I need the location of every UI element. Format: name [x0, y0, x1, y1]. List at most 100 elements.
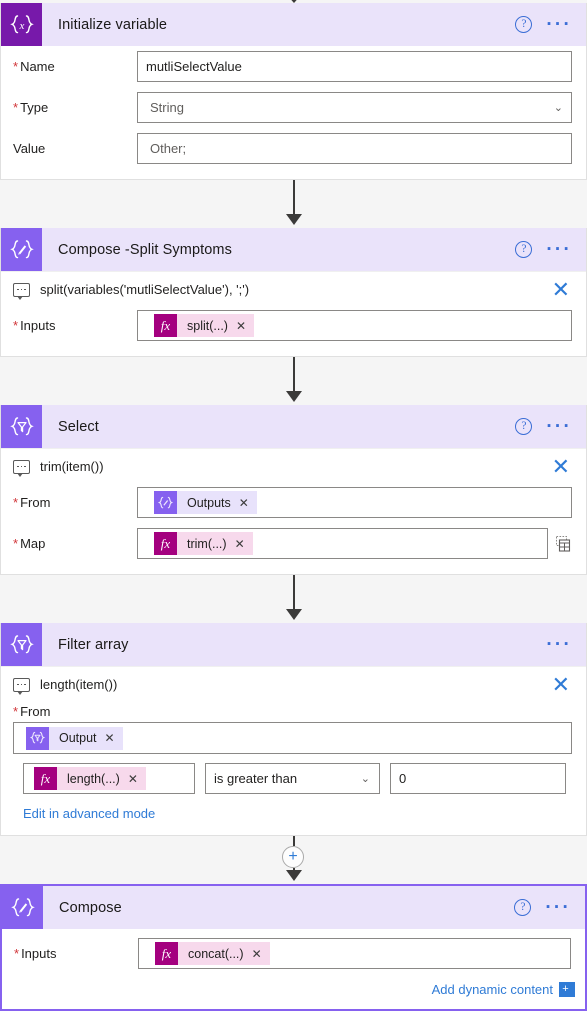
- field-label-value: Value: [13, 141, 46, 156]
- card-header[interactable]: Compose -Split Symptoms ? ···: [1, 228, 586, 271]
- more-options-icon[interactable]: ···: [546, 417, 572, 436]
- card-header[interactable]: Compose ? ···: [2, 886, 585, 929]
- field-label-from: From: [13, 495, 137, 510]
- token-chip[interactable]: Outputs ✕: [154, 491, 257, 514]
- filter-funnel-braces-icon: [1, 623, 42, 666]
- from-token-field[interactable]: Outputs ✕: [137, 487, 572, 518]
- value-input[interactable]: Other;: [137, 133, 572, 164]
- action-card-select[interactable]: Select ? ··· trim(item()) ✕ From: [0, 405, 587, 575]
- card-header-actions: ? ···: [515, 240, 586, 259]
- add-dynamic-content-link[interactable]: Add dynamic content: [432, 982, 553, 997]
- token-label: concat(...): [188, 946, 244, 961]
- help-icon[interactable]: ?: [515, 418, 533, 435]
- help-icon[interactable]: ?: [515, 16, 533, 33]
- comment-row: split(variables('mutliSelectValue'), ';'…: [1, 271, 586, 305]
- action-card-initialize-variable[interactable]: x Initialize variable ? ··· Name mutliSe…: [0, 3, 587, 180]
- map-token-field[interactable]: fx trim(...) ✕: [137, 528, 548, 559]
- close-icon[interactable]: ✕: [552, 278, 574, 300]
- field-row-name: Name mutliSelectValue: [1, 46, 586, 87]
- connector-arrow-3: [0, 575, 587, 623]
- name-input[interactable]: mutliSelectValue: [137, 51, 572, 82]
- card-header[interactable]: x Initialize variable ? ···: [1, 3, 586, 46]
- compose-token-icon-svg: [158, 496, 173, 508]
- connector-arrow-icon: [286, 870, 302, 881]
- field-row-type: Type String ⌄: [1, 87, 586, 128]
- svg-text:x: x: [18, 20, 24, 32]
- fx-icon: fx: [154, 314, 177, 337]
- comment-text: length(item()): [40, 677, 118, 692]
- card-header[interactable]: Select ? ···: [1, 405, 586, 448]
- more-options-icon[interactable]: ···: [546, 15, 572, 34]
- comment-dot: [20, 288, 23, 291]
- card-body: Inputs fx concat(...) ✕ Add dynamic cont…: [2, 929, 585, 1009]
- field-label-inputs: Inputs: [14, 946, 138, 961]
- close-icon[interactable]: ✕: [552, 673, 574, 695]
- help-icon[interactable]: ?: [515, 241, 533, 258]
- card-title: Filter array: [58, 636, 129, 653]
- compose-icon-svg: [10, 897, 35, 916]
- token-chip[interactable]: fx concat(...) ✕: [155, 942, 270, 965]
- inputs-token-field[interactable]: fx split(...) ✕: [137, 310, 572, 341]
- token-chip[interactable]: fx trim(...) ✕: [154, 532, 253, 555]
- field-label-map: Map: [13, 536, 137, 551]
- connector-line: [293, 180, 295, 218]
- more-options-icon[interactable]: ···: [545, 898, 571, 917]
- chevron-down-icon: ⌄: [360, 773, 370, 785]
- token-label: Outputs: [187, 495, 231, 510]
- select-funnel-braces-icon: [1, 405, 42, 448]
- edit-advanced-mode-link[interactable]: Edit in advanced mode: [1, 794, 155, 825]
- card-header-actions: ? ···: [515, 15, 586, 34]
- card-header[interactable]: Filter array ···: [1, 623, 586, 666]
- comment-text: split(variables('mutliSelectValue'), ';'…: [40, 282, 250, 297]
- field-row-from: From Outputs ✕: [1, 482, 586, 523]
- token-remove-icon[interactable]: ✕: [128, 772, 138, 786]
- add-step-button[interactable]: +: [282, 846, 304, 868]
- field-label-inputs: Inputs: [13, 318, 137, 333]
- grid-view-icon-svg: [556, 535, 571, 552]
- token-remove-icon[interactable]: ✕: [252, 947, 262, 961]
- card-body: trim(item()) ✕ From Outputs ✕: [1, 448, 586, 574]
- token-remove-icon[interactable]: ✕: [236, 319, 246, 333]
- comment-text: trim(item()): [40, 459, 104, 474]
- close-icon[interactable]: ✕: [552, 455, 574, 477]
- condition-left-field[interactable]: fx length(...) ✕: [23, 763, 195, 794]
- help-icon[interactable]: ?: [514, 899, 532, 916]
- type-dropdown[interactable]: String ⌄: [137, 92, 572, 123]
- token-chip[interactable]: Output ✕: [26, 726, 123, 750]
- field-row-inputs: Inputs fx concat(...) ✕: [2, 929, 585, 974]
- token-label: trim(...): [187, 536, 227, 551]
- token-remove-icon[interactable]: ✕: [235, 537, 245, 551]
- connector-arrow-2: [0, 357, 587, 405]
- connector-line: [293, 575, 295, 613]
- token-chip[interactable]: fx length(...) ✕: [34, 767, 146, 790]
- field-row-map: Map fx trim(...) ✕: [1, 523, 586, 564]
- grid-view-icon[interactable]: [554, 535, 572, 553]
- token-body: concat(...) ✕: [178, 942, 270, 965]
- comment-bubble-icon: [13, 282, 30, 300]
- card-body: length(item()) ✕ From Output ✕: [1, 666, 586, 835]
- condition-operator-value: is greater than: [214, 771, 298, 786]
- condition-value-input[interactable]: 0: [390, 763, 566, 794]
- variable-icon-svg: x: [9, 14, 34, 33]
- compose-icon-svg: [9, 239, 34, 258]
- add-dynamic-content-row[interactable]: Add dynamic content +: [2, 974, 585, 999]
- action-card-filter-array[interactable]: Filter array ··· length(item()) ✕ From: [0, 623, 587, 836]
- comment-row: length(item()) ✕: [1, 666, 586, 700]
- more-options-icon[interactable]: ···: [546, 240, 572, 259]
- condition-operator-dropdown[interactable]: is greater than ⌄: [205, 763, 380, 794]
- compose-token-icon: [154, 491, 177, 514]
- action-card-compose-split-symptoms[interactable]: Compose -Split Symptoms ? ··· split(vari…: [0, 228, 587, 357]
- add-dynamic-content-badge-icon[interactable]: +: [559, 982, 575, 997]
- from-token-field[interactable]: Output ✕: [13, 722, 572, 754]
- token-body: trim(...) ✕: [177, 532, 253, 555]
- action-card-compose[interactable]: Compose ? ··· Inputs fx concat(...) ✕ Ad…: [0, 884, 587, 1011]
- card-title: Compose: [59, 899, 122, 916]
- comment-dot: [20, 465, 23, 468]
- token-chip[interactable]: fx split(...) ✕: [154, 314, 255, 337]
- token-remove-icon[interactable]: ✕: [239, 496, 249, 510]
- comment-dot: [20, 683, 23, 686]
- more-options-icon[interactable]: ···: [546, 635, 572, 654]
- fx-icon: fx: [34, 767, 57, 790]
- token-remove-icon[interactable]: ✕: [105, 731, 115, 745]
- inputs-token-field[interactable]: fx concat(...) ✕: [138, 938, 571, 969]
